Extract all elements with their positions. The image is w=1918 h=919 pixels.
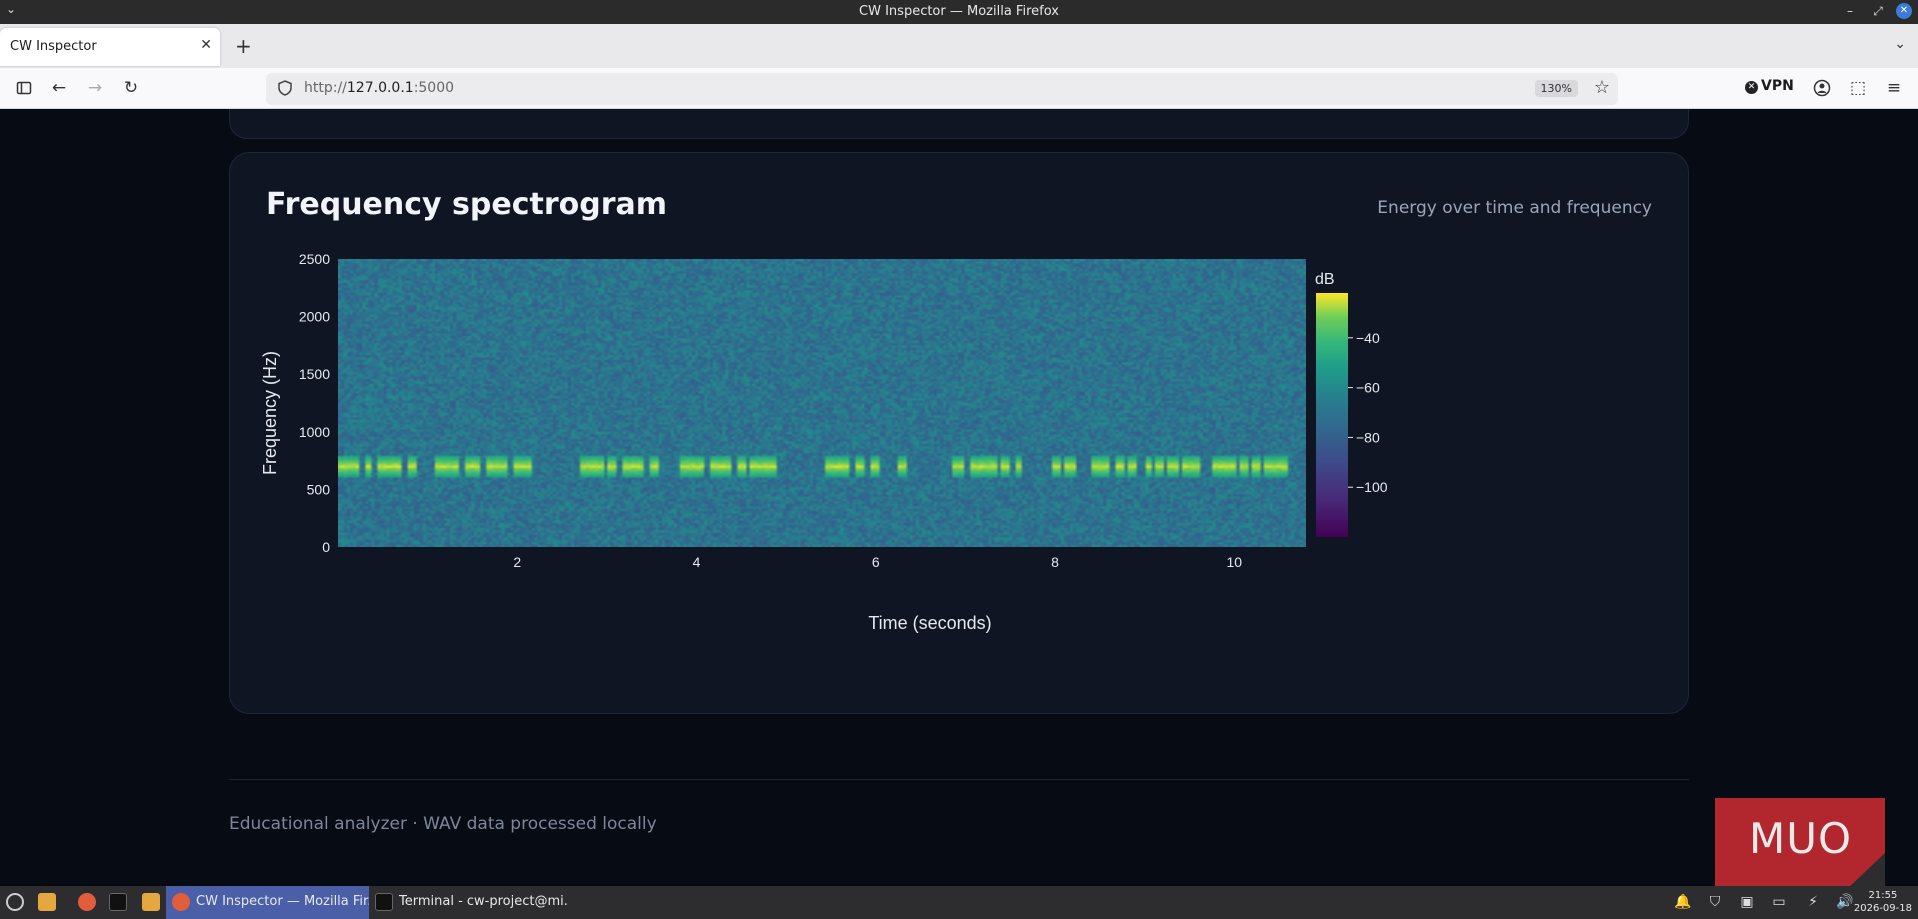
sidebar-icon[interactable] (12, 76, 36, 100)
colorbar-tick-label: −100 (1356, 479, 1388, 495)
url-text[interactable]: http://127.0.0.1:5000 (304, 80, 454, 96)
previous-card (229, 109, 1689, 139)
files-launcher-icon[interactable] (38, 893, 56, 911)
tab-cw-inspector[interactable]: CW Inspector ✕ (0, 28, 220, 66)
url-host: 127.0.0.1 (346, 80, 414, 96)
volume-icon[interactable]: 🔊 (1836, 893, 1854, 911)
y-tick-label: 1000 (299, 424, 330, 440)
spectrogram-card: Frequency spectrogram Energy over time a… (229, 152, 1689, 714)
close-window-icon[interactable]: ✕ (1896, 3, 1912, 19)
terminal-task-icon (375, 893, 393, 911)
clock[interactable]: 21:55 2026-09-18 (1854, 889, 1912, 915)
display-icon[interactable]: ▭ (1770, 893, 1788, 911)
spectrogram-chart[interactable]: 0 500 1000 1500 2000 2500 2 4 6 8 10 dB −40 −60 −80 −1… (230, 233, 1630, 693)
new-tab-icon[interactable]: + (235, 36, 252, 56)
clock-time: 21:55 (1868, 890, 1898, 901)
start-menu-icon[interactable] (6, 893, 24, 911)
muo-watermark: MUO (1715, 798, 1885, 886)
window-titlebar: ⌄ CW Inspector — Mozilla Firefox – ⤢ ✕ (0, 0, 1918, 24)
forward-icon[interactable]: → (83, 76, 107, 100)
bookmark-star-icon[interactable]: ☆ (1594, 77, 1610, 98)
x-tick-label: 4 (693, 554, 701, 570)
taskbar-item-firefox-label: CW Inspector — Mozilla Fir... (196, 894, 369, 909)
notifications-icon[interactable]: 🔔 (1674, 893, 1692, 911)
reload-icon[interactable]: ↻ (119, 76, 143, 100)
card-title: Frequency spectrogram (266, 187, 668, 222)
back-icon[interactable]: ← (47, 76, 71, 100)
y-tick-label: 500 (307, 481, 331, 497)
firefox-task-icon (172, 893, 190, 911)
vpn-status-icon: ✕ (1745, 81, 1758, 94)
address-bar[interactable]: http://127.0.0.1:5000 130% ☆ (266, 73, 1618, 105)
extensions-icon[interactable]: ⬚ (1846, 76, 1870, 100)
firefox-launcher-icon[interactable] (78, 893, 96, 911)
x-tick-label: 10 (1227, 554, 1243, 570)
taskbar: CW Inspector — Mozilla Fir... Terminal -… (0, 886, 1918, 919)
card-subtitle: Energy over time and frequency (1377, 198, 1652, 218)
watermark-corner-icon (1850, 853, 1885, 886)
colorbar-tick-label: −80 (1356, 429, 1380, 445)
clock-date: 2026-09-18 (1853, 903, 1912, 914)
footer-divider (229, 779, 1689, 780)
tab-strip: CW Inspector ✕ + ⌄ (0, 24, 1918, 68)
x-tick-label: 2 (513, 554, 521, 570)
window-title: CW Inspector — Mozilla Firefox (859, 4, 1059, 19)
list-tabs-icon[interactable]: ⌄ (1894, 36, 1906, 52)
colorbar-tick-label: −60 (1356, 380, 1380, 396)
taskbar-item-terminal-label: Terminal - cw-project@mi... (399, 894, 569, 909)
tab-label: CW Inspector (10, 39, 97, 54)
tracking-protection-icon[interactable] (276, 79, 294, 97)
clipboard-icon[interactable]: ▣ (1738, 893, 1756, 911)
close-tab-icon[interactable]: ✕ (200, 37, 212, 53)
vpn-button[interactable]: ✕ VPN (1745, 78, 1794, 94)
y-tick-label: 2000 (299, 309, 330, 325)
maximize-icon[interactable]: ⤢ (1870, 3, 1886, 19)
spectrogram-heatmap (338, 259, 1306, 547)
taskbar-item-terminal[interactable]: Terminal - cw-project@mi... (369, 886, 569, 919)
y-tick-label: 1500 (299, 366, 330, 382)
power-icon[interactable]: ⚡ (1804, 893, 1822, 911)
account-icon[interactable] (1810, 76, 1834, 100)
url-port: :5000 (413, 80, 455, 96)
x-tick-label: 8 (1051, 554, 1059, 570)
colorbar-gradient (1316, 293, 1348, 537)
y-tick-label: 0 (322, 539, 330, 555)
url-scheme: http:// (304, 80, 347, 96)
terminal-launcher-icon[interactable] (109, 893, 127, 911)
colorbar-tick-label: −40 (1356, 330, 1380, 346)
y-axis-label: Frequency (Hz) (260, 351, 280, 475)
navigation-toolbar: ← → ↻ http://127.0.0.1:5000 130% ☆ ✕ VPN … (0, 68, 1918, 109)
page-content: Frequency spectrogram Energy over time a… (0, 109, 1918, 886)
folder-launcher-icon[interactable] (142, 893, 160, 911)
zoom-badge[interactable]: 130% (1534, 80, 1578, 97)
app-menu-icon[interactable]: ≡ (1882, 76, 1906, 100)
y-tick-label: 2500 (299, 251, 330, 267)
minimize-icon[interactable]: – (1842, 3, 1858, 19)
taskbar-item-firefox[interactable]: CW Inspector — Mozilla Fir... (166, 886, 369, 919)
security-shield-icon[interactable]: ⛉ (1706, 893, 1724, 911)
vpn-label: VPN (1761, 78, 1794, 94)
x-axis-label: Time (seconds) (868, 613, 991, 633)
x-tick-label: 6 (872, 554, 880, 570)
footer-text: Educational analyzer · WAV data processe… (229, 814, 657, 834)
colorbar-title: dB (1315, 271, 1335, 288)
